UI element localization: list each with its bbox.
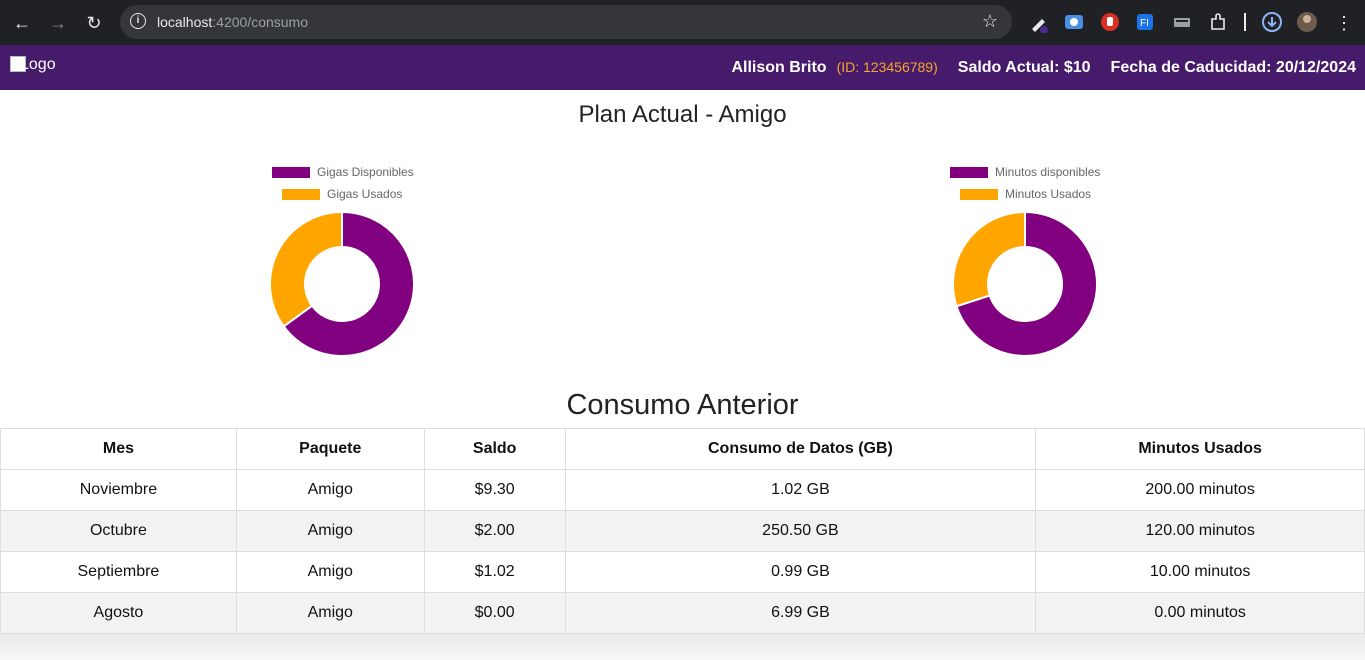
table-row: Octubre Amigo $2.00 250.50 GB 120.00 min… (0, 510, 1365, 552)
user-info: Allison Brito (ID: 123456789) Saldo Actu… (731, 59, 1356, 77)
column-header-consumo-datos: Consumo de Datos (GB) (564, 428, 1037, 470)
browser-toolbar: ← → ↻ i localhost:4200/consumo ☆ FI ⋮ (0, 0, 1365, 45)
history-title: Consumo Anterior (566, 389, 799, 421)
legend-item-gigas-disponibles[interactable]: Gigas Disponibles (272, 165, 414, 179)
column-header-paquete: Paquete (235, 428, 425, 470)
table-cell: 6.99 GB (564, 592, 1037, 634)
table-cell: $1.02 (423, 551, 566, 593)
table-cell: Septiembre (0, 551, 237, 593)
legend-swatch (960, 188, 998, 200)
column-header-minutos-usados: Minutos Usados (1035, 428, 1365, 470)
table-cell: Amigo (235, 510, 425, 552)
table-cell: 0.00 minutos (1035, 592, 1365, 634)
consumption-table: Mes Paquete Saldo Consumo de Datos (GB) … (0, 428, 1365, 634)
user-id: (ID: 123456789) (836, 59, 938, 75)
table-cell: $9.30 (423, 469, 566, 511)
extensions-puzzle-icon[interactable] (1207, 11, 1229, 33)
table-cell: Amigo (235, 592, 425, 634)
hand-extension-icon[interactable] (1099, 11, 1121, 33)
table-cell: $0.00 (423, 592, 566, 634)
donut-slice-gigas-usados[interactable] (269, 210, 343, 328)
table-cell: Amigo (235, 551, 425, 593)
table-cell: $2.00 (423, 510, 566, 552)
legend-swatch (272, 166, 310, 178)
table-cell: Amigo (235, 469, 425, 511)
legend-item-minutos-usados[interactable]: Minutos Usados (960, 187, 1091, 201)
figma-extension-icon[interactable]: FI (1134, 11, 1156, 33)
column-header-mes: Mes (0, 428, 237, 470)
minutes-usage-donut-chart[interactable] (951, 210, 1099, 358)
table-header-row: Mes Paquete Saldo Consumo de Datos (GB) … (0, 428, 1365, 470)
data-usage-donut-chart[interactable] (268, 210, 416, 358)
user-name: Allison Brito (731, 59, 827, 76)
legend-item-gigas-usados[interactable]: Gigas Usados (282, 187, 402, 201)
table-cell: Noviembre (0, 469, 237, 511)
site-info-icon[interactable]: i (130, 13, 146, 29)
profile-avatar-icon[interactable] (1296, 11, 1318, 33)
table-row: Septiembre Amigo $1.02 0.99 GB 10.00 min… (0, 551, 1365, 593)
table-cell: 200.00 minutos (1035, 469, 1365, 511)
table-cell: Octubre (0, 510, 237, 552)
table-row: Agosto Amigo $0.00 6.99 GB 0.00 minutos (0, 592, 1365, 634)
donut-slice-minutos-usados[interactable] (952, 210, 1026, 308)
bookmark-star-icon[interactable]: ☆ (982, 11, 998, 32)
url-text[interactable]: localhost:4200/consumo (157, 14, 308, 30)
table-cell: 120.00 minutos (1035, 510, 1365, 552)
table-cell: 0.99 GB (564, 551, 1037, 593)
current-balance: Saldo Actual: $10 (957, 59, 1091, 76)
legend-label: Gigas Disponibles (317, 165, 414, 179)
address-bar[interactable]: i localhost:4200/consumo ☆ (120, 5, 1012, 39)
reload-icon[interactable]: ↻ (80, 9, 108, 37)
table-cell: Agosto (0, 592, 237, 634)
column-header-saldo: Saldo (423, 428, 566, 470)
legend-item-minutos-disponibles[interactable]: Minutos disponibles (950, 165, 1100, 179)
keyboard-extension-icon[interactable] (1171, 11, 1193, 33)
back-arrow-icon[interactable]: ← (8, 9, 36, 37)
legend-swatch (282, 188, 320, 200)
logo[interactable]: Logo (20, 56, 56, 74)
legend-label: Gigas Usados (327, 187, 403, 201)
legend-label: Minutos disponibles (995, 165, 1101, 179)
svg-text:FI: FI (1140, 18, 1149, 29)
download-icon[interactable] (1261, 11, 1283, 33)
menu-dots-icon[interactable]: ⋮ (1330, 9, 1358, 37)
forward-arrow-icon[interactable]: → (44, 9, 72, 37)
page-title: Plan Actual - Amigo (578, 101, 787, 128)
pen-extension-icon[interactable] (1028, 11, 1050, 33)
expiry-date: Fecha de Caducidad: 20/12/2024 (1110, 59, 1356, 76)
toolbar-divider (1244, 13, 1246, 31)
legend-swatch (950, 166, 988, 178)
table-shadow (0, 634, 1365, 660)
legend-label: Minutos Usados (1005, 187, 1092, 201)
screen-extension-icon[interactable] (1063, 11, 1085, 33)
table-cell: 1.02 GB (564, 469, 1037, 511)
table-row: Noviembre Amigo $9.30 1.02 GB 200.00 min… (0, 469, 1365, 511)
table-cell: 10.00 minutos (1035, 551, 1365, 593)
table-cell: 250.50 GB (564, 510, 1037, 552)
